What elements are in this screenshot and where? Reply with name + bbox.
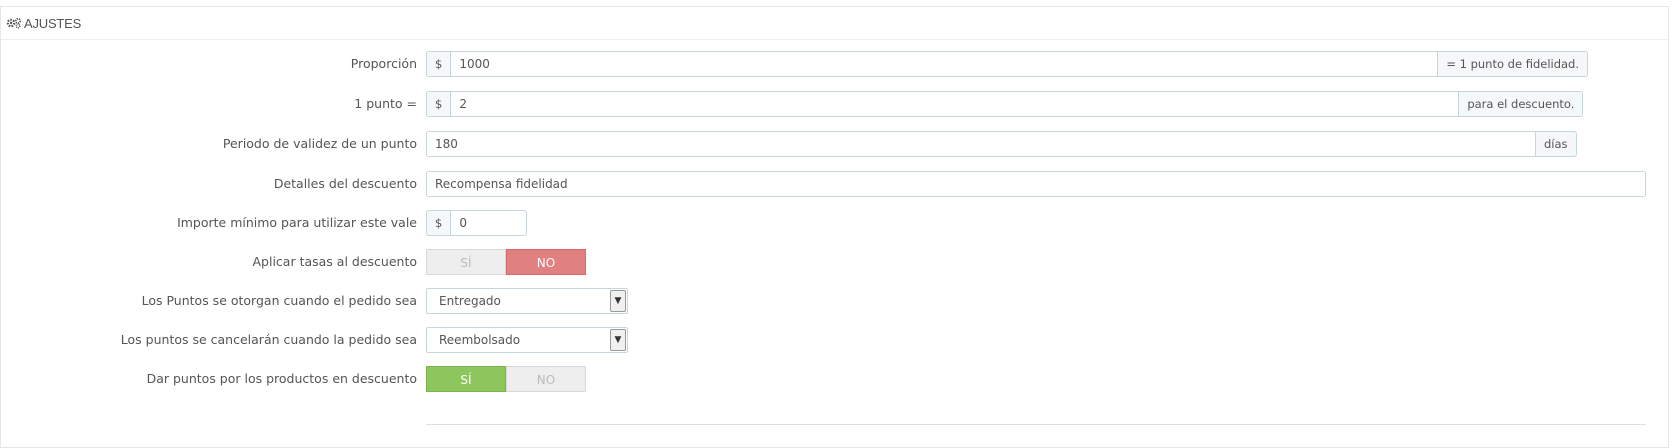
points-awarded-select[interactable]: Entregado ▼ xyxy=(426,288,628,314)
currency-addon: $ xyxy=(426,51,451,77)
gears-icon xyxy=(6,17,22,29)
voucher-details-control: Recompensa fidelidad xyxy=(426,171,1646,197)
discounted-products-label: Dar puntos por los productos en descuent… xyxy=(146,371,417,386)
points-cancelled-label: Los puntos se cancelarán cuando la pedid… xyxy=(120,332,417,347)
voucher-details-row: Detalles del descuento Recompensa fideli… xyxy=(0,171,1667,197)
points-cancelled-value: Reembolsado xyxy=(439,333,521,347)
discounted-products-switch: SÍ NO xyxy=(426,366,586,392)
points-awarded-label: Los Puntos se otorgan cuando el pedido s… xyxy=(141,293,417,308)
discounted-products-yes-option[interactable]: SÍ xyxy=(426,366,506,392)
validity-input-group: 180 días xyxy=(426,131,1577,157)
ratio-input[interactable]: 1000 xyxy=(450,51,1439,77)
validity-input[interactable]: 180 xyxy=(426,131,1536,157)
ratio-suffix-addon: = 1 punto de fidelidad. xyxy=(1438,51,1589,77)
voucher-details-label: Detalles del descuento xyxy=(273,176,417,191)
apply-taxes-label: Aplicar tasas al descuento xyxy=(252,254,418,269)
apply-taxes-switch: SÍ NO xyxy=(426,249,586,275)
discounted-products-no-option[interactable]: NO xyxy=(506,366,586,392)
min-amount-row: Importe mínimo para utilizar este vale $… xyxy=(0,210,1667,236)
voucher-details-input[interactable]: Recompensa fidelidad xyxy=(426,171,1646,197)
apply-taxes-no-option[interactable]: NO xyxy=(506,249,586,275)
ratio-label: Proporción xyxy=(350,56,417,71)
apply-taxes-row: Aplicar tasas al descuento SÍ NO xyxy=(0,249,1667,275)
min-amount-input[interactable]: 0 xyxy=(450,210,528,236)
point-value-label: 1 punto = xyxy=(354,96,417,111)
min-amount-label: Importe mínimo para utilizar este vale xyxy=(177,215,417,230)
points-cancelled-row: Los puntos se cancelarán cuando la pedid… xyxy=(0,327,1667,353)
panel-heading: AJUSTES xyxy=(1,7,1668,40)
chevron-down-icon[interactable]: ▼ xyxy=(610,290,626,312)
discounted-products-row: Dar puntos por los productos en descuent… xyxy=(0,366,1667,392)
currency-addon: $ xyxy=(426,91,451,117)
divider xyxy=(426,424,1646,425)
points-cancelled-select[interactable]: Reembolsado ▼ xyxy=(426,327,628,353)
points-awarded-row: Los Puntos se otorgan cuando el pedido s… xyxy=(0,288,1667,314)
currency-addon: $ xyxy=(426,210,451,236)
point-value-row: 1 punto = $ 2 para el descuento. xyxy=(0,91,1667,117)
panel-title: AJUSTES xyxy=(24,15,82,31)
ratio-row: Proporción $ 1000 = 1 punto de fidelidad… xyxy=(0,51,1667,77)
min-amount-input-group: $ 0 xyxy=(426,210,528,236)
chevron-down-icon[interactable]: ▼ xyxy=(610,329,626,351)
apply-taxes-yes-option[interactable]: SÍ xyxy=(426,249,506,275)
ratio-input-group: $ 1000 = 1 punto de fidelidad. xyxy=(426,51,1589,77)
points-awarded-value: Entregado xyxy=(439,294,501,308)
validity-suffix-addon: días xyxy=(1536,131,1577,157)
point-value-input[interactable]: 2 xyxy=(450,91,1460,117)
validity-label: Periodo de validez de un punto xyxy=(222,136,417,151)
point-value-suffix-addon: para el descuento. xyxy=(1459,91,1584,117)
validity-row: Periodo de validez de un punto 180 días xyxy=(0,131,1667,157)
point-value-input-group: $ 2 para el descuento. xyxy=(426,91,1584,117)
